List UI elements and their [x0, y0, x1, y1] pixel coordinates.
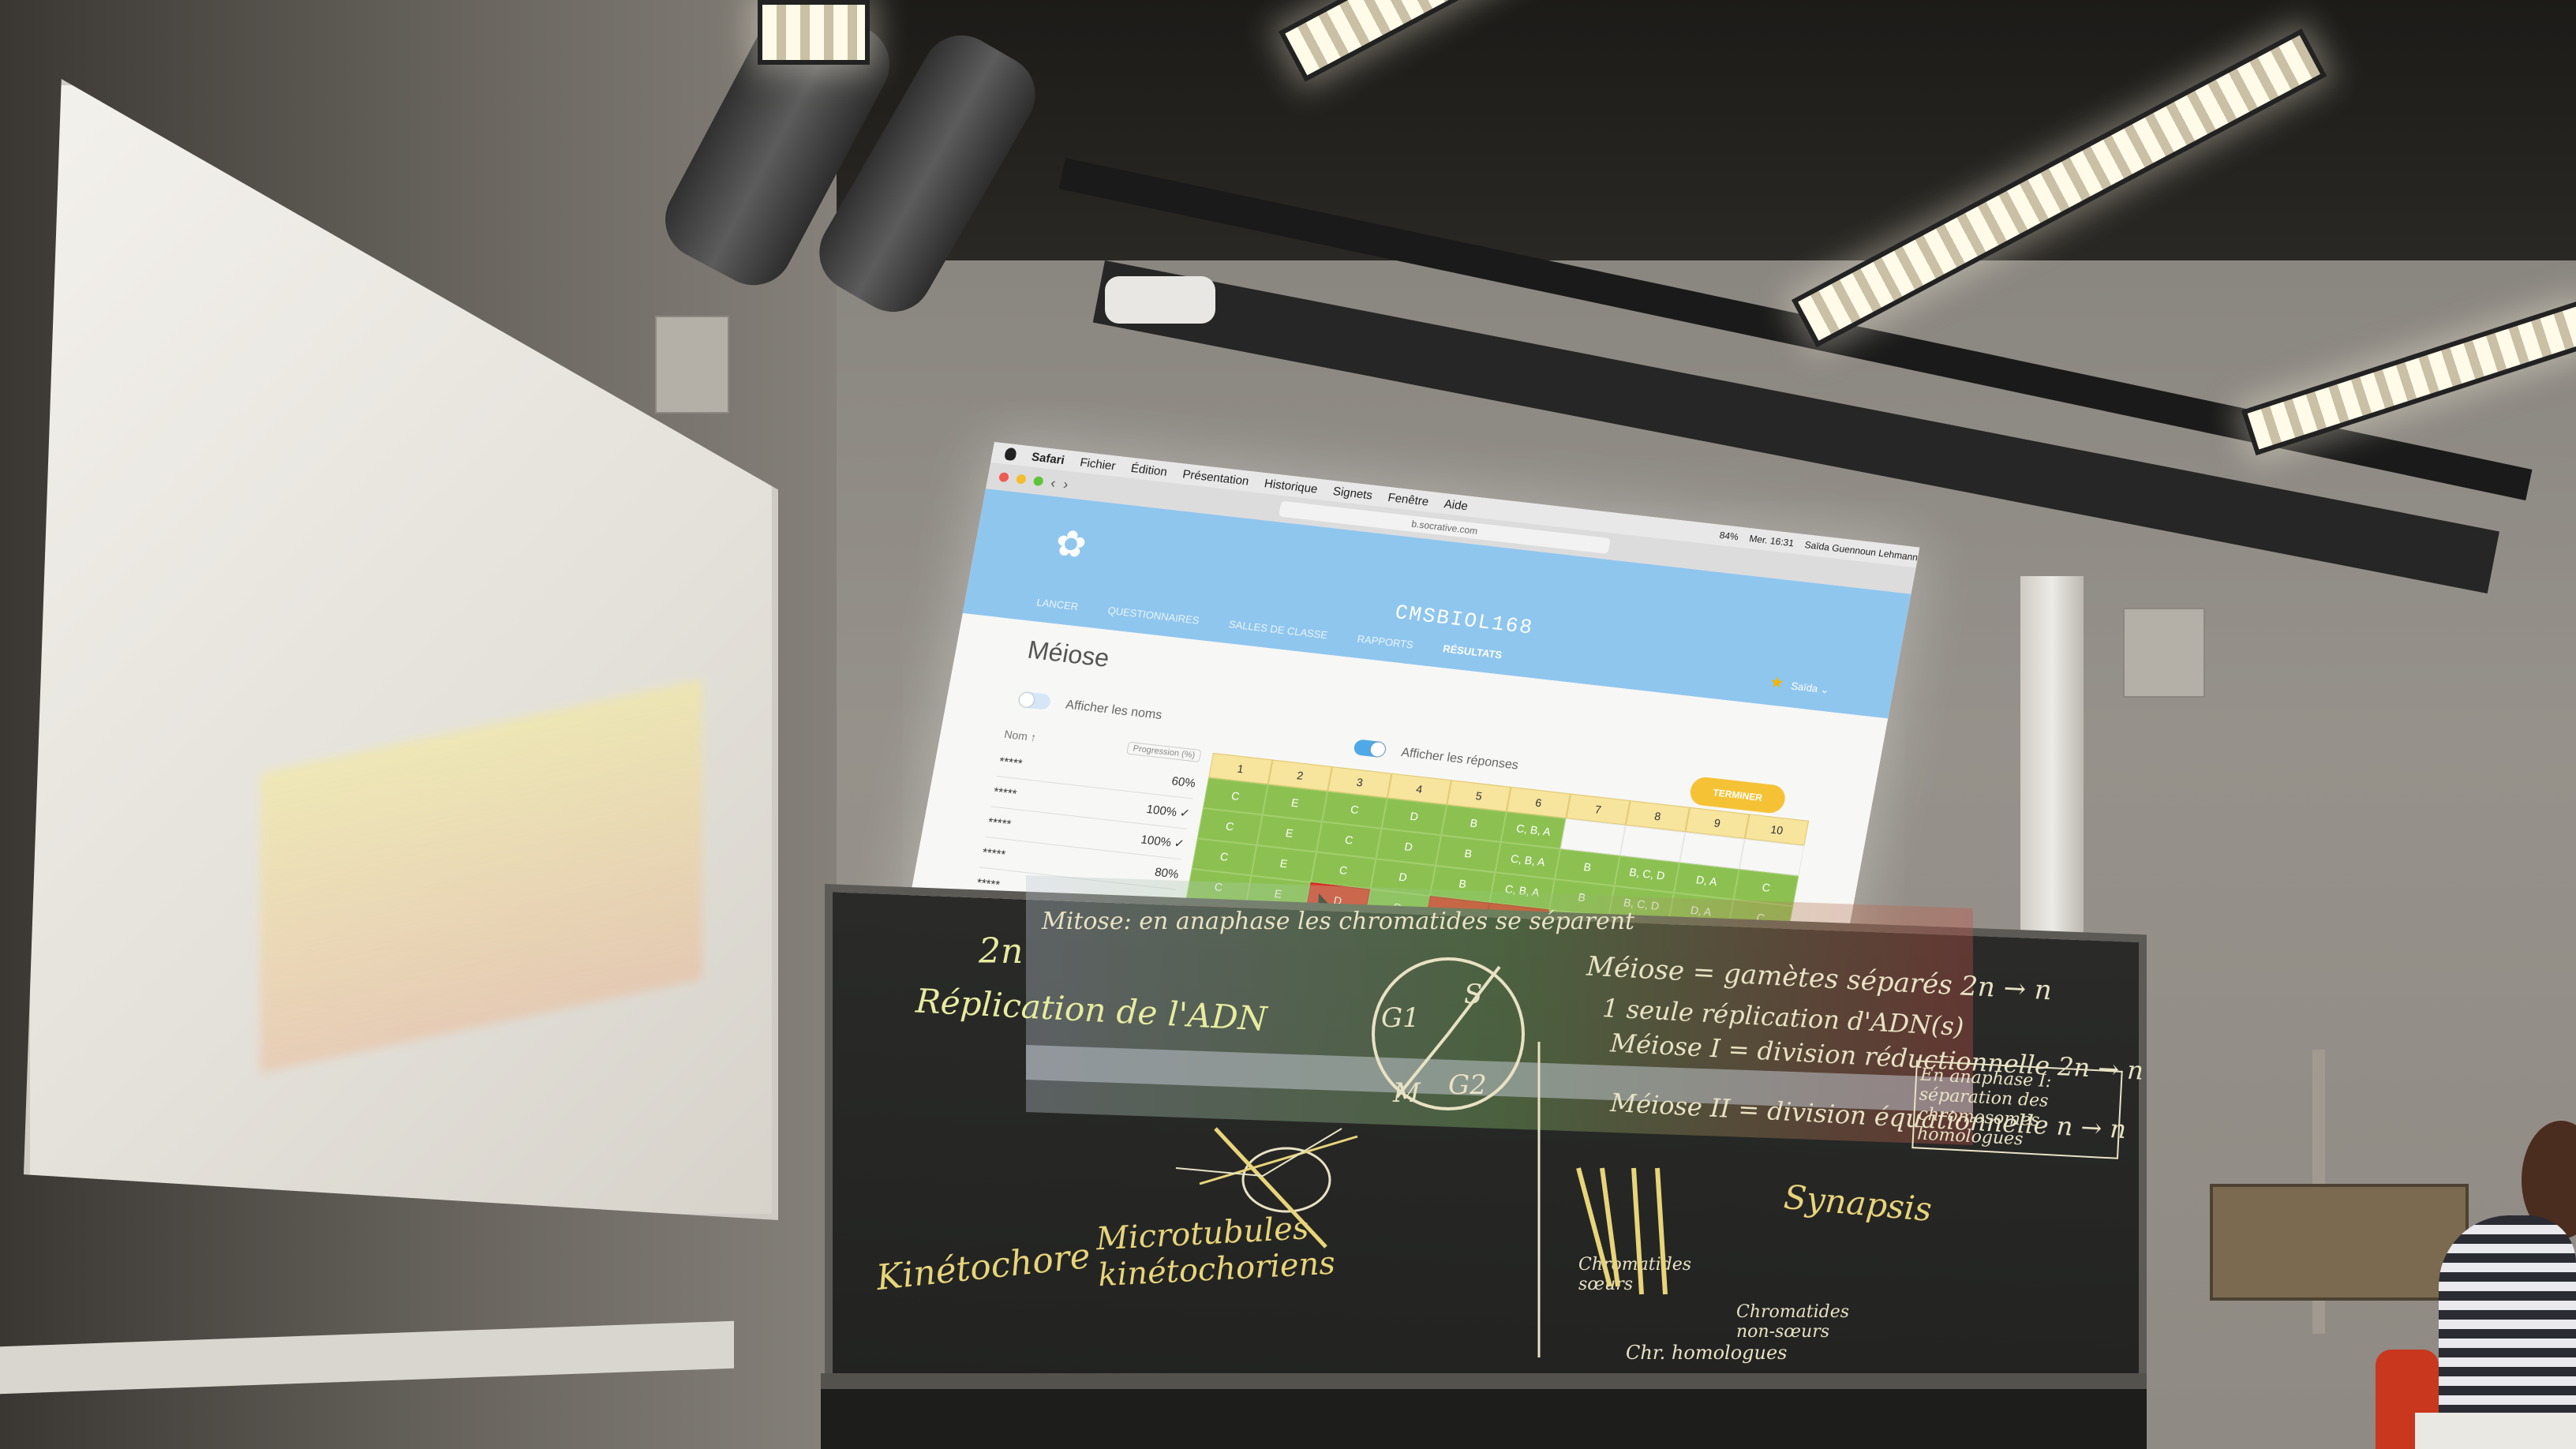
window-close-button[interactable] [998, 472, 1010, 483]
forward-arrow-icon[interactable]: › [1062, 476, 1070, 492]
page-title: Méiose [1025, 635, 1112, 672]
student-progress: 100%✓ [1145, 802, 1191, 821]
progress-value: 100% [1145, 802, 1178, 820]
checkmark-icon: ✓ [1173, 837, 1185, 852]
ceiling-light [758, 0, 870, 65]
show-answers-label: Afficher les réponses [1399, 746, 1520, 773]
show-names-toggle[interactable] [1017, 691, 1052, 710]
progress-column-header[interactable]: Progression (%) [1126, 741, 1202, 762]
lower-board [821, 1389, 2147, 1449]
wall-speaker [2123, 608, 2205, 698]
tab-rapports[interactable]: RAPPORTS [1356, 633, 1414, 651]
user-menu[interactable]: ★ Saïda ⌄ [1768, 672, 1831, 698]
progress-value: 80% [1153, 865, 1180, 882]
show-names-label: Afficher les noms [1064, 698, 1163, 723]
name-sort-header[interactable]: Nom ↑ [1003, 728, 1037, 743]
projector [1105, 276, 1215, 324]
menu-edition[interactable]: Édition [1130, 461, 1169, 478]
student-name: ***** [987, 814, 1013, 831]
student-progress: 60% [1170, 774, 1196, 790]
menu-fenetre[interactable]: Fenêtre [1387, 491, 1429, 509]
checkmark-icon: ✓ [1178, 806, 1191, 821]
tab-questionnaires[interactable]: QUESTIONNAIRES [1107, 605, 1200, 627]
apple-icon[interactable] [1004, 447, 1017, 462]
chalk-drawings [1175, 957, 1668, 1357]
progress-value: 60% [1170, 773, 1197, 790]
window-zoom-button[interactable] [1032, 476, 1044, 487]
student-progress: 100%✓ [1140, 832, 1185, 851]
battery-level[interactable]: 84% [1719, 530, 1739, 543]
window-minimize-button[interactable] [1015, 474, 1027, 485]
menu-fichier[interactable]: Fichier [1079, 455, 1117, 473]
tab-lancer[interactable]: LANCER [1035, 596, 1079, 612]
menu-app-name[interactable]: Safari [1031, 450, 1066, 466]
desk [2415, 1413, 2576, 1449]
student-name: ***** [981, 845, 1007, 862]
back-arrow-icon[interactable]: ‹ [1050, 474, 1058, 491]
clock[interactable]: Mer. 16:31 [1748, 533, 1795, 549]
student-name: ***** [998, 754, 1024, 770]
menu-historique[interactable]: Historique [1264, 477, 1319, 496]
cabinet [2210, 1184, 2469, 1301]
user-name: Saïda [1790, 680, 1819, 695]
progress-value: 100% [1140, 833, 1173, 850]
menu-aide[interactable]: Aide [1443, 497, 1469, 513]
tab-salles[interactable]: SALLES DE CLASSE [1228, 618, 1329, 641]
student-progress: 80% [1154, 865, 1180, 881]
menu-signets[interactable]: Signets [1332, 485, 1374, 502]
wall-speaker [655, 316, 729, 414]
flower-logo-icon[interactable]: ✿ [1052, 521, 1090, 567]
show-answers-toggle[interactable] [1353, 739, 1387, 758]
tab-resultats[interactable]: RÉSULTATS [1442, 642, 1503, 661]
chromosome-sketch [1214, 1127, 1327, 1249]
star-icon: ★ [1768, 673, 1786, 693]
student-name: ***** [992, 784, 1018, 801]
chevron-down-icon: ⌄ [1819, 683, 1831, 696]
room-name: CMSBIOL168 [1393, 601, 1536, 640]
